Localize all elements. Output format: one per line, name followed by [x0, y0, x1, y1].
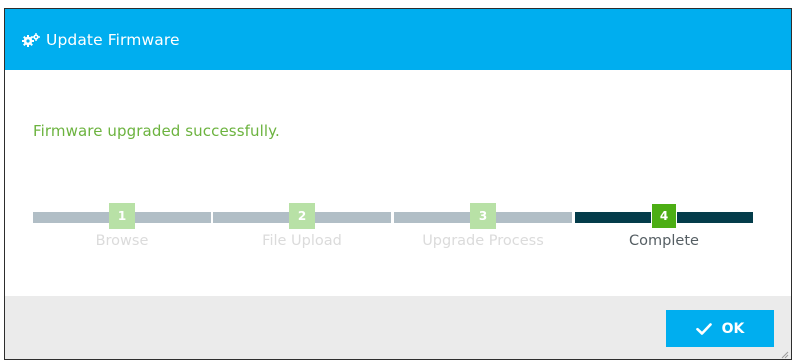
success-message: Firmware upgraded successfully. — [33, 122, 280, 140]
resize-grip-icon[interactable] — [779, 349, 789, 359]
step-number: 2 — [289, 203, 315, 229]
ok-button[interactable]: OK — [666, 310, 774, 347]
wizard-step-complete: 4 Complete — [575, 203, 755, 263]
update-firmware-dialog: Update Firmware Firmware upgraded succes… — [4, 8, 792, 360]
dialog-title: Update Firmware — [46, 30, 180, 49]
step-label: File Upload — [262, 233, 342, 249]
wizard-progress: 1 Browse 2 File Upload 3 Upgrade Process… — [33, 203, 755, 263]
step-number: 4 — [651, 203, 677, 229]
gears-icon — [22, 32, 40, 47]
checkmark-icon — [695, 322, 712, 335]
dialog-header: Update Firmware — [5, 9, 791, 70]
step-label: Complete — [629, 233, 699, 249]
wizard-step-upgrade-process: 3 Upgrade Process — [394, 203, 574, 263]
step-label: Browse — [95, 233, 149, 249]
wizard-step-file-upload: 2 File Upload — [213, 203, 393, 263]
step-label: Upgrade Process — [422, 233, 544, 249]
ok-button-label: OK — [721, 320, 745, 337]
step-number: 3 — [470, 203, 496, 229]
dialog-footer: OK — [5, 296, 791, 359]
step-number: 1 — [109, 203, 135, 229]
wizard-step-browse: 1 Browse — [33, 203, 213, 263]
dialog-body: Firmware upgraded successfully. 1 Browse… — [5, 70, 791, 296]
